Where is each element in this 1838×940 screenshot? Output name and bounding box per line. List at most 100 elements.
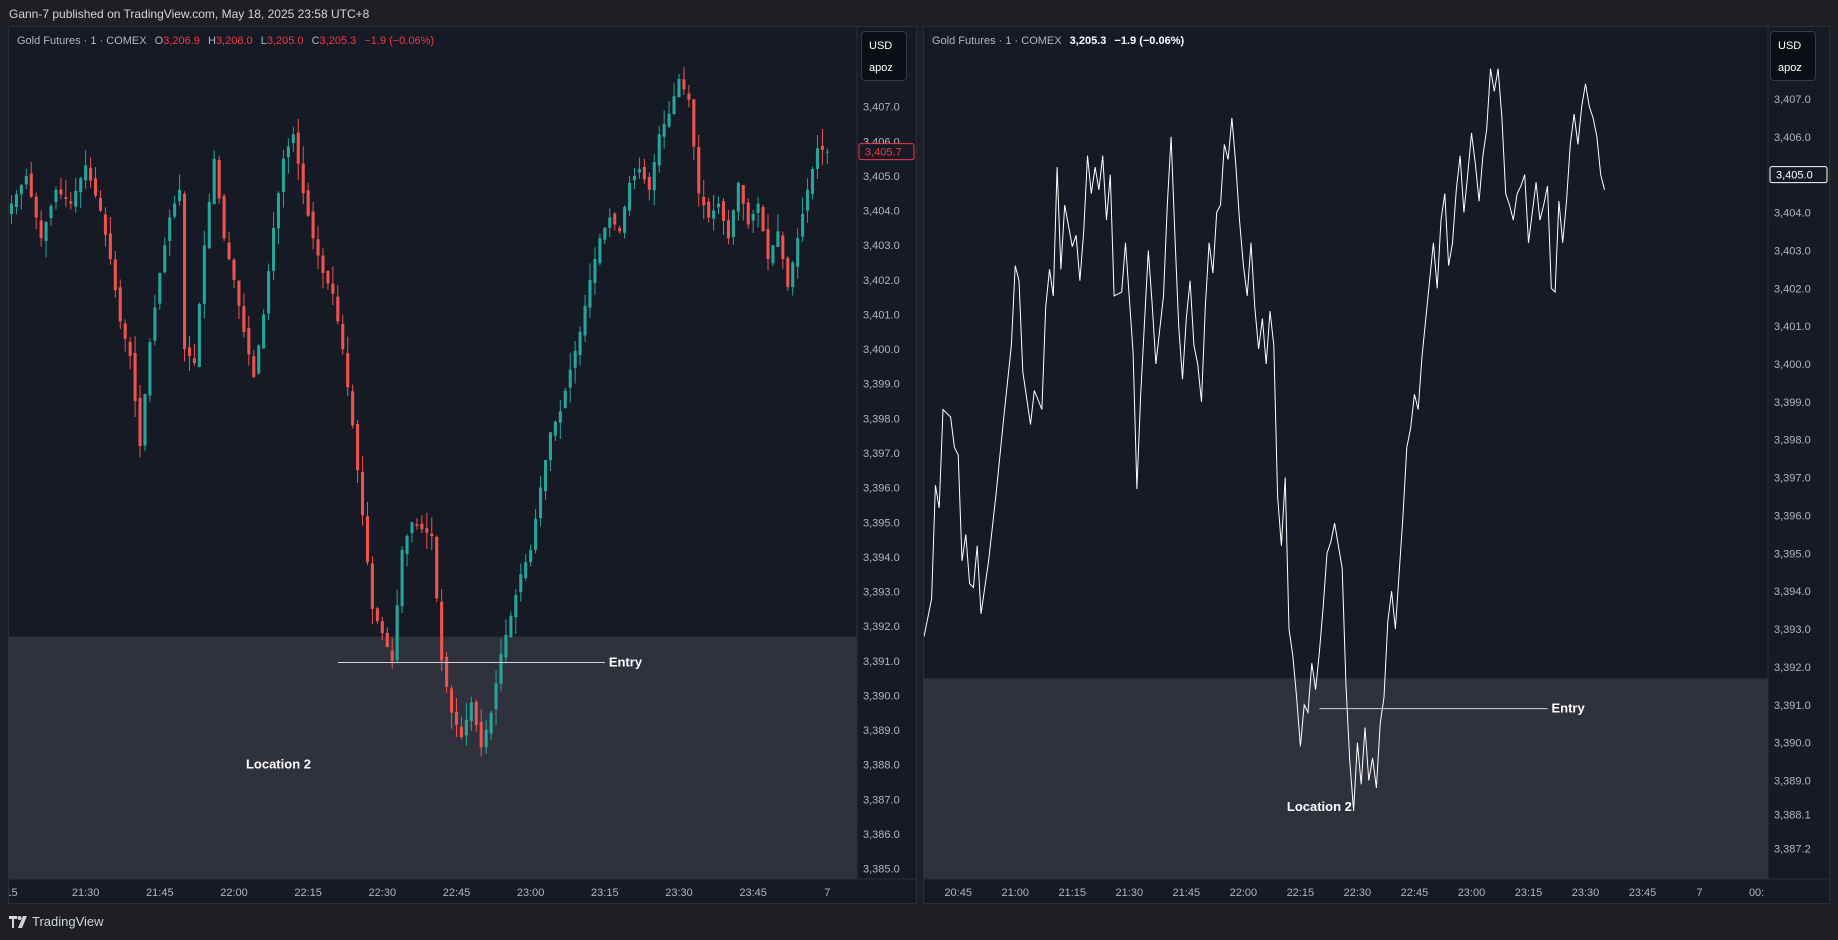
candle-body bbox=[731, 210, 735, 238]
candle-body bbox=[365, 516, 370, 563]
y-tick-label: 3,403.0 bbox=[863, 240, 900, 252]
y-tick-label: 3,390.0 bbox=[863, 690, 900, 702]
y-tick-label: 3,401.0 bbox=[1774, 321, 1811, 333]
y-tick-label: 3,402.0 bbox=[1774, 283, 1811, 295]
right-currency-button[interactable]: USD apoz bbox=[1770, 31, 1816, 81]
candle-body bbox=[301, 163, 305, 194]
right-unit-label: apoz bbox=[1778, 62, 1802, 74]
left-chart-canvas[interactable]: 3,385.0 3,386.0 3,387.0 3,388.0 3,389.0 3,390… bbox=[9, 27, 916, 903]
location-zone bbox=[9, 636, 857, 879]
x-tick-label: 21:45 bbox=[146, 887, 174, 899]
candle-body bbox=[553, 421, 557, 436]
candle-body bbox=[583, 305, 587, 336]
candle-body bbox=[34, 196, 38, 218]
right-chart-panel[interactable]: 3,387.2 3,388.1 3,389.0 3,390.0 3,391.0 3,392… bbox=[923, 26, 1830, 904]
candle-body bbox=[370, 563, 374, 609]
candle-body bbox=[509, 615, 513, 638]
y-tick-label: 3,393.0 bbox=[863, 587, 900, 599]
candle-body bbox=[524, 562, 528, 579]
y-tick-label: 3,392.0 bbox=[863, 621, 900, 633]
candle-body bbox=[578, 331, 582, 355]
candle-body bbox=[311, 211, 315, 239]
candle-body bbox=[400, 549, 404, 607]
x-tick-label: 23:15 bbox=[591, 887, 619, 899]
last-price-label: 3,405.0 bbox=[1776, 170, 1813, 182]
candle-body bbox=[79, 178, 83, 193]
candle-body bbox=[59, 189, 63, 195]
candle-body bbox=[420, 523, 424, 530]
x-tick-label: 23:45 bbox=[1629, 887, 1657, 899]
candle-body bbox=[168, 217, 172, 241]
candle-body bbox=[776, 231, 780, 247]
candle-body bbox=[118, 287, 122, 322]
x-tick-label: 22:15 bbox=[1287, 887, 1315, 899]
candle-body bbox=[662, 123, 666, 137]
y-tick-label: 3,396.0 bbox=[1774, 510, 1811, 522]
entry-label: Entry bbox=[1551, 701, 1585, 716]
candle-body bbox=[202, 245, 206, 304]
candle-body bbox=[276, 193, 281, 229]
y-tick-label: 3,387.0 bbox=[863, 794, 900, 806]
candle-body bbox=[608, 217, 612, 228]
right-chart-canvas[interactable]: 3,387.2 3,388.1 3,389.0 3,390.0 3,391.0 3,392… bbox=[924, 27, 1829, 903]
x-tick-label: 23:00 bbox=[1458, 887, 1486, 899]
y-tick-label: 3,388.1 bbox=[1774, 810, 1811, 822]
entry-label: Entry bbox=[609, 655, 643, 670]
candle-body bbox=[272, 227, 276, 271]
candle-body bbox=[766, 229, 770, 260]
right-legend-symbol: Gold Futures · 1 · COMEX bbox=[932, 35, 1062, 47]
candle-body bbox=[54, 189, 58, 202]
candle-body bbox=[192, 358, 196, 363]
candle-body bbox=[395, 605, 399, 661]
candle-body bbox=[375, 608, 379, 621]
candle-body bbox=[786, 258, 790, 287]
x-tick-label: 21:15 bbox=[1059, 887, 1087, 899]
candle-body bbox=[697, 147, 701, 194]
candle-body bbox=[138, 397, 142, 447]
candle-body bbox=[153, 307, 157, 341]
candle-body bbox=[212, 158, 216, 204]
candle-body bbox=[430, 533, 434, 537]
candle-body bbox=[281, 158, 285, 192]
candle-body bbox=[232, 259, 236, 280]
last-price-label: 3,405.7 bbox=[865, 147, 902, 159]
candle-body bbox=[815, 148, 819, 169]
candle-body bbox=[721, 201, 726, 221]
candle-body bbox=[548, 432, 552, 461]
candle-body bbox=[469, 702, 473, 722]
y-tick-label: 3,390.0 bbox=[1774, 738, 1811, 750]
candle-body bbox=[647, 176, 651, 190]
y-tick-label: 3,399.0 bbox=[1774, 397, 1811, 409]
candle-body bbox=[93, 178, 98, 196]
location-zone-label: Location 2 bbox=[246, 757, 311, 772]
candle-body bbox=[331, 283, 335, 294]
candle-body bbox=[543, 459, 548, 492]
left-chart-panel[interactable]: 3,385.0 3,386.0 3,387.0 3,388.0 3,389.0 3,390… bbox=[8, 26, 917, 904]
candle-body bbox=[19, 185, 23, 195]
candle-body bbox=[702, 196, 706, 206]
candle-body bbox=[410, 522, 414, 534]
candle-body bbox=[415, 524, 419, 526]
candle-body bbox=[504, 634, 508, 658]
candle-body bbox=[791, 262, 795, 287]
y-tick-label: 3,407.0 bbox=[1774, 94, 1811, 106]
candle-body bbox=[459, 726, 463, 737]
candle-body bbox=[652, 162, 656, 191]
left-legend-high: 3,208.0 bbox=[215, 35, 253, 47]
candle-body bbox=[356, 423, 360, 471]
candle-body bbox=[825, 151, 829, 153]
right-legend: Gold Futures · 1 · COMEX 3,205.3 −1.9 (−… bbox=[932, 35, 1184, 47]
x-tick-label: 22:45 bbox=[1401, 887, 1429, 899]
y-tick-label: 3,404.0 bbox=[863, 206, 900, 218]
left-currency-button[interactable]: USD apoz bbox=[861, 31, 907, 81]
candle-body bbox=[262, 314, 266, 349]
candle-body bbox=[123, 323, 127, 339]
candle-body bbox=[642, 166, 646, 180]
candle-body bbox=[494, 683, 498, 710]
y-tick-label: 3,395.0 bbox=[1774, 548, 1811, 560]
y-tick-label: 3,400.0 bbox=[863, 344, 900, 356]
candle-body bbox=[39, 220, 43, 239]
y-tick-label: 3,398.0 bbox=[863, 413, 900, 425]
footer-brand[interactable]: TradingView bbox=[32, 914, 104, 929]
x-tick-label: 21:45 bbox=[1173, 887, 1201, 899]
